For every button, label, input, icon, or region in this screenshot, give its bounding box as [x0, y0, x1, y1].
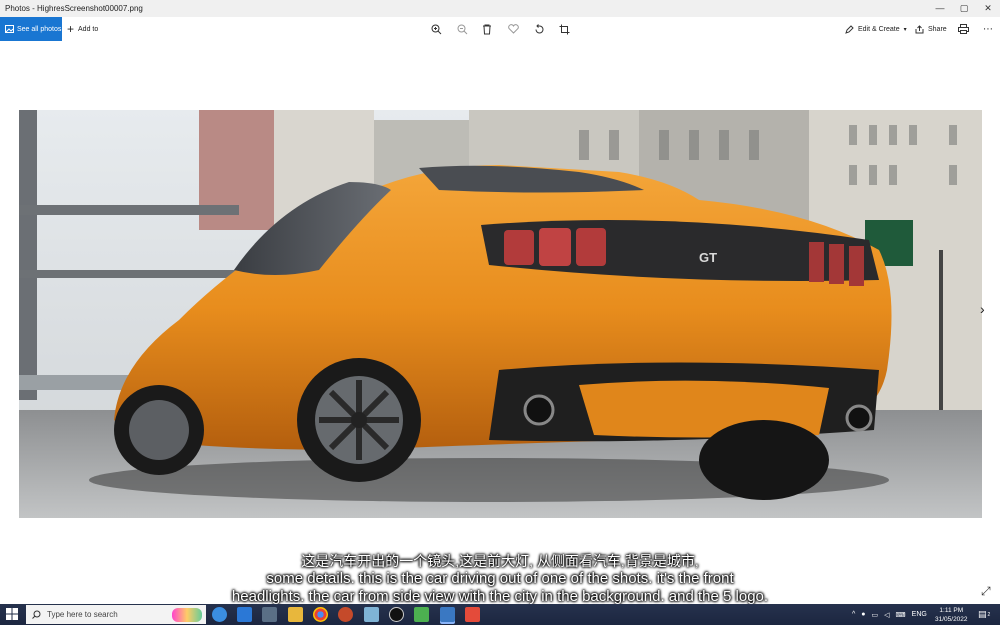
maximize-button[interactable]: ▢ — [952, 0, 976, 17]
green-app-icon[interactable] — [414, 607, 429, 622]
subtitle-line-2: some details. this is the car driving ou… — [266, 570, 734, 587]
minimize-button[interactable]: — — [928, 0, 952, 17]
taskbar: Type here to search ^ ● ▭ ◁ ⌨ ENG 1:11 P… — [0, 604, 1000, 625]
language-indicator[interactable]: ENG — [912, 611, 927, 618]
gt-badge: GT — [699, 250, 717, 265]
window-title: Photos - HighresScreenshot00007.png — [5, 4, 143, 13]
windows-start-icon[interactable] — [6, 608, 18, 620]
notification-count: 2 — [987, 611, 991, 618]
task-view-icon[interactable] — [212, 607, 227, 622]
see-all-photos-label: See all photos — [17, 25, 62, 33]
edit-icon — [845, 24, 854, 34]
unreal-engine-icon[interactable] — [389, 607, 404, 622]
photos-app-icon[interactable] — [440, 607, 455, 622]
input-indicator-icon[interactable]: ⌨ — [896, 611, 906, 619]
more-icon[interactable]: ⋯ — [981, 22, 995, 36]
share-label: Share — [928, 25, 947, 33]
chevron-down-icon: ▾ — [903, 26, 907, 33]
notification-center[interactable]: ▤ 2 — [978, 604, 990, 625]
car-photo: GT — [19, 110, 982, 518]
subtitle-overlay: 这是汽车开出的一个镜头,这是前大灯, 从侧面看汽车,背景是城市, some de… — [0, 552, 1000, 606]
add-to-label: Add to — [78, 25, 99, 33]
favorite-icon[interactable] — [506, 22, 520, 36]
edit-create-label: Edit & Create — [858, 25, 900, 33]
powerpoint-icon[interactable] — [338, 607, 353, 622]
clock[interactable]: 1:11 PM 31/05/2022 — [935, 604, 968, 625]
toolbar: See all photos + Add to Edit & Create ▾ … — [0, 17, 1000, 41]
clock-date: 31/05/2022 — [935, 615, 968, 623]
mail-icon[interactable] — [237, 607, 252, 622]
microphone-icon[interactable]: ● — [861, 611, 865, 618]
photos-icon — [5, 25, 14, 33]
subtitle-line-1: 这是汽车开出的一个镜头,这是前大灯, 从侧面看汽车,背景是城市, — [301, 553, 699, 569]
taskbar-search-box[interactable]: Type here to search — [26, 605, 206, 624]
share-button[interactable]: Share — [915, 17, 947, 41]
notes-app-icon[interactable] — [364, 607, 379, 622]
close-button[interactable]: ✕ — [976, 0, 1000, 17]
search-placeholder: Type here to search — [47, 610, 118, 619]
edit-create-button[interactable]: Edit & Create ▾ — [845, 17, 907, 41]
zoom-in-icon[interactable] — [429, 22, 443, 36]
search-highlight-icon — [172, 607, 202, 622]
chrome-icon[interactable] — [313, 607, 328, 622]
photo-canvas: GT — [19, 110, 982, 518]
rotate-icon[interactable] — [532, 22, 546, 36]
print-icon[interactable] — [956, 22, 970, 36]
file-explorer-icon[interactable] — [288, 607, 303, 622]
title-bar: Photos - HighresScreenshot00007.png — ▢ … — [0, 0, 1000, 17]
chevron-up-icon[interactable]: ^ — [852, 611, 855, 618]
add-to-button[interactable]: + Add to — [67, 17, 98, 41]
see-all-photos-button[interactable]: See all photos — [0, 17, 62, 41]
plus-icon: + — [67, 22, 75, 36]
store-icon[interactable] — [262, 607, 277, 622]
next-photo-arrow-icon[interactable]: › — [980, 301, 985, 317]
red-app-icon[interactable] — [465, 607, 480, 622]
clock-time: 1:11 PM — [939, 606, 964, 614]
network-icon[interactable]: ▭ — [872, 611, 879, 619]
volume-icon[interactable]: ◁ — [884, 611, 889, 619]
search-icon — [32, 610, 41, 619]
system-tray: ^ ● ▭ ◁ ⌨ ENG — [852, 604, 927, 625]
share-icon — [915, 24, 924, 33]
fullscreen-icon[interactable]: ⤢ — [981, 584, 991, 599]
zoom-out-icon[interactable] — [455, 22, 469, 36]
notification-icon: ▤ — [978, 609, 987, 619]
delete-icon[interactable] — [480, 22, 494, 36]
crop-icon[interactable] — [557, 22, 571, 36]
